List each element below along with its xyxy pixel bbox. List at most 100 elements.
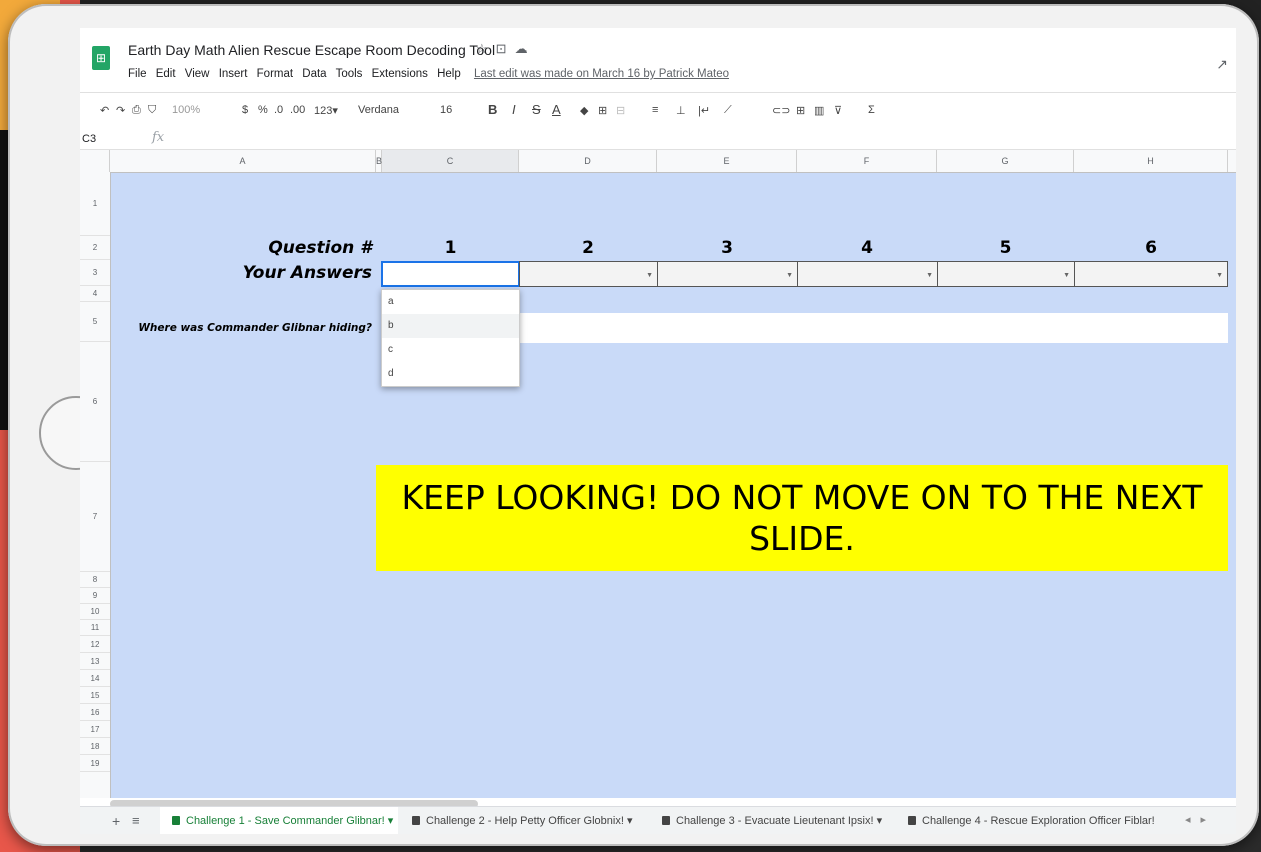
column-header-h[interactable]: H [1074, 150, 1228, 172]
row-header-16[interactable]: 16 [80, 704, 110, 721]
column-header-f[interactable]: F [797, 150, 937, 172]
select-all-corner[interactable] [80, 150, 110, 172]
menu-help[interactable]: Help [437, 68, 461, 80]
zoom-select[interactable]: 100% [172, 104, 200, 116]
row-header-13[interactable]: 13 [80, 653, 110, 670]
merge-cells-icon[interactable]: ⊟ [616, 104, 625, 117]
sheet-tab-2[interactable]: Challenge 2 - Help Petty Officer Globnix… [404, 807, 652, 834]
increase-decimal-button[interactable]: .00 [290, 104, 305, 116]
print-icon[interactable]: ⎙ [132, 104, 141, 117]
redo-icon[interactable]: ↷ [116, 104, 125, 117]
answer-dropdown-1[interactable] [381, 261, 520, 287]
decrease-decimal-button[interactable]: .0 [274, 104, 283, 116]
vertical-align-icon[interactable]: ⊥ [676, 104, 686, 117]
fill-color-icon[interactable]: ◆ [580, 104, 588, 117]
font-size-select[interactable]: 16 [440, 104, 452, 116]
all-sheets-icon[interactable]: ≡ [132, 813, 140, 828]
scroll-right-icon[interactable]: ▸ [1200, 814, 1216, 826]
column-header-c[interactable]: C [382, 150, 519, 172]
paint-format-icon[interactable]: ⛉ [148, 104, 156, 117]
option-b[interactable]: b [382, 314, 519, 338]
row-header-12[interactable]: 12 [80, 636, 110, 653]
menu-extensions[interactable]: Extensions [372, 68, 428, 80]
insert-comment-icon[interactable]: ⊞ [796, 104, 805, 117]
row-header-11[interactable]: 11 [80, 620, 110, 636]
chevron-down-icon[interactable]: ▼ [926, 272, 933, 279]
question-number-4: 4 [861, 238, 873, 258]
cloud-status-icon[interactable]: ☁ [515, 41, 536, 56]
row-header-14[interactable]: 14 [80, 670, 110, 687]
chevron-down-icon[interactable]: ▼ [1216, 272, 1223, 279]
option-d[interactable]: d [382, 362, 519, 386]
functions-icon[interactable]: Σ [868, 104, 875, 116]
row-header-10[interactable]: 10 [80, 604, 110, 620]
horizontal-align-icon[interactable]: ≡ [652, 104, 658, 116]
formula-input[interactable] [184, 133, 1224, 147]
answer-dropdown-2[interactable]: ▼ [519, 261, 658, 287]
column-header-g[interactable]: G [937, 150, 1074, 172]
row-header-15[interactable]: 15 [80, 687, 110, 704]
font-family-select[interactable]: Verdana [358, 104, 399, 116]
hiding-question-label: Where was Commander Glibnar hiding? [138, 322, 372, 334]
row-header-18[interactable]: 18 [80, 738, 110, 755]
menu-insert[interactable]: Insert [219, 68, 248, 80]
option-a[interactable]: a [382, 290, 519, 314]
sheet-tab-1[interactable]: Challenge 1 - Save Commander Glibnar! ▾ [160, 807, 398, 834]
sheet-tab-3[interactable]: Challenge 3 - Evacuate Lieutenant Ipsix!… [654, 807, 900, 834]
sheet-tab-4[interactable]: Challenge 4 - Rescue Exploration Officer… [900, 807, 1162, 834]
row-header-17[interactable]: 17 [80, 721, 110, 738]
row-header-19[interactable]: 19 [80, 755, 110, 772]
menu-tools[interactable]: Tools [336, 68, 363, 80]
insert-link-icon[interactable]: ⊂⊃ [772, 104, 790, 117]
answer-dropdown-4[interactable]: ▼ [797, 261, 938, 287]
add-sheet-icon[interactable]: + [112, 813, 120, 829]
menu-format[interactable]: Format [257, 68, 293, 80]
menu-data[interactable]: Data [302, 68, 326, 80]
row-header-7[interactable]: 7 [80, 462, 110, 572]
your-answers-label: Your Answers [242, 263, 372, 283]
row-header-8[interactable]: 8 [80, 572, 110, 588]
more-formats-button[interactable]: 123▾ [314, 104, 338, 117]
chevron-down-icon[interactable]: ▼ [786, 272, 793, 279]
answer-dropdown-3[interactable]: ▼ [657, 261, 798, 287]
sheets-logo-icon[interactable]: ⊞ [92, 46, 110, 70]
menu-view[interactable]: View [185, 68, 210, 80]
chevron-down-icon[interactable]: ▼ [646, 272, 653, 279]
option-c[interactable]: c [382, 338, 519, 362]
menu-file[interactable]: File [128, 68, 147, 80]
last-edit-link[interactable]: Last edit was made on March 16 by Patric… [474, 68, 729, 80]
row-header-2[interactable]: 2 [80, 236, 110, 260]
text-wrap-icon[interactable]: |↵ [698, 104, 710, 117]
undo-icon[interactable]: ↶ [100, 104, 109, 117]
column-header-e[interactable]: E [657, 150, 797, 172]
row-header-1[interactable]: 1 [80, 172, 110, 236]
chevron-down-icon[interactable]: ▼ [1063, 272, 1070, 279]
star-icon[interactable]: ☆ [476, 41, 496, 56]
row-header-4[interactable]: 4 [80, 286, 110, 302]
currency-button[interactable]: $ [242, 104, 248, 116]
percent-button[interactable]: % [258, 104, 268, 116]
menu-edit[interactable]: Edit [156, 68, 176, 80]
borders-icon[interactable]: ⊞ [598, 104, 607, 117]
document-title[interactable]: Earth Day Math Alien Rescue Escape Room … [128, 42, 495, 58]
row-header-3[interactable]: 3 [80, 260, 110, 286]
answer-dropdown-6[interactable]: ▼ [1074, 261, 1228, 287]
column-header-d[interactable]: D [519, 150, 657, 172]
row-header-9[interactable]: 9 [80, 588, 110, 604]
strikethrough-button[interactable]: S [532, 102, 541, 117]
answer-dropdown-5[interactable]: ▼ [937, 261, 1075, 287]
name-box[interactable]: C3 [82, 133, 96, 145]
text-rotation-icon[interactable]: ⟋ [724, 104, 732, 117]
move-to-folder-icon[interactable]: ⊡ [496, 41, 515, 56]
text-color-button[interactable]: A [552, 102, 561, 117]
row-header-5[interactable]: 5 [80, 302, 110, 342]
activity-trend-icon[interactable]: ↗ [1216, 56, 1228, 73]
column-header-a[interactable]: A [110, 150, 376, 172]
filter-icon[interactable]: ⊽ [834, 104, 842, 117]
row-header-6[interactable]: 6 [80, 342, 110, 462]
tab-scroll-arrows[interactable]: ◂▸ [1185, 813, 1216, 826]
italic-button[interactable]: I [512, 102, 516, 117]
bold-button[interactable]: B [488, 102, 497, 117]
scroll-left-icon[interactable]: ◂ [1185, 814, 1201, 826]
insert-chart-icon[interactable]: ▥ [814, 104, 824, 117]
